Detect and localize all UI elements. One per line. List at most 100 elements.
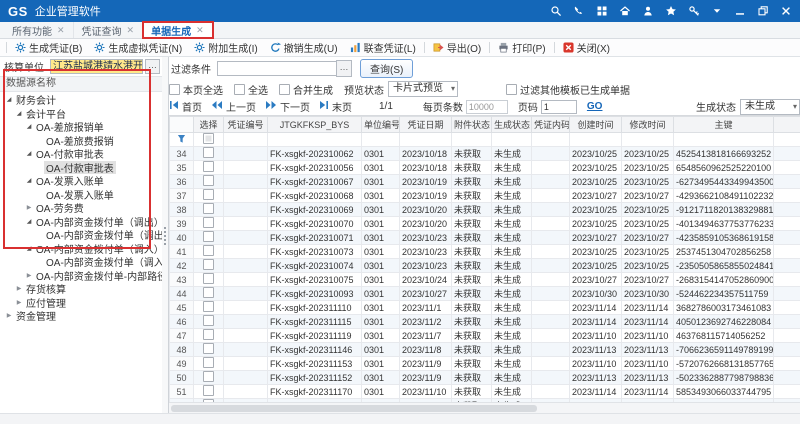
toolbar-button-联查凭证(L)[interactable]: 联查凭证(L) [344, 40, 422, 55]
select-all-rows-checkbox[interactable] [203, 133, 214, 144]
tree-expanded-icon[interactable]: ◢ [24, 177, 34, 184]
toolbar-button-撤销生成(U)[interactable]: 撤销生成(U) [264, 40, 344, 55]
table-row-50[interactable]: 50FK-xsgkf-20231115203012023/11/9未获取未生成2… [170, 371, 800, 385]
tree-item-OA-发票入账单[interactable]: ◢OA-发票入账单 [0, 174, 162, 188]
filter-cell[interactable] [452, 133, 492, 147]
filter-funnel-icon[interactable] [170, 133, 194, 147]
tree-expanded-icon[interactable]: ◢ [24, 245, 34, 252]
table-row-36[interactable]: 36FK-xsgkf-20231006703012023/10/19未获取未生成… [170, 175, 800, 189]
tree-expanded-icon[interactable]: ◢ [14, 110, 24, 117]
table-row-49[interactable]: 49FK-xsgkf-20231115303012023/11/9未获取未生成2… [170, 357, 800, 371]
table-row-41[interactable]: 41FK-xsgkf-20231007303012023/10/23未获取未生成… [170, 245, 800, 259]
table-row-48[interactable]: 48FK-xsgkf-20231114603012023/11/8未获取未生成2… [170, 343, 800, 357]
select-page-checkbox[interactable]: 本页全选 [169, 82, 223, 97]
column-header-修改时间[interactable]: 修改时间 [622, 117, 674, 133]
table-row-42[interactable]: 42FK-xsgkf-20231007403012023/10/23未获取未生成… [170, 259, 800, 273]
tab-单据生成[interactable]: 单据生成✕ [143, 22, 213, 38]
table-row-45[interactable]: 45FK-xsgkf-20231111003012023/11/1未获取未生成2… [170, 301, 800, 315]
row-checkbox[interactable] [203, 371, 214, 382]
key-icon[interactable] [688, 5, 700, 17]
per-page-input[interactable] [466, 100, 508, 114]
star-icon[interactable] [665, 5, 677, 17]
table-row-38[interactable]: 38FK-xsgkf-20231006903012023/10/20未获取未生成… [170, 203, 800, 217]
checkbox-icon[interactable] [506, 84, 517, 95]
table-row-51[interactable]: 51FK-xsgkf-20231117003012023/11/10未获取未生成… [170, 385, 800, 399]
restore-icon[interactable] [757, 5, 769, 17]
column-header-生成状态[interactable]: 生成状态 [492, 117, 532, 133]
tree-collapsed-icon[interactable]: ▶ [24, 204, 34, 211]
row-checkbox[interactable] [203, 301, 214, 312]
accounting-unit-input[interactable]: 江苏盐城港靖水港开发集团有限公司 [50, 59, 143, 74]
toolbar-button-生成虚拟凭证(N)[interactable]: 生成虚拟凭证(N) [88, 40, 188, 55]
scrollbar-thumb[interactable] [171, 405, 537, 412]
column-header-凭证日期[interactable]: 凭证日期 [400, 117, 452, 133]
prev-page-button[interactable]: 上一页 [211, 99, 256, 114]
row-checkbox[interactable] [203, 189, 214, 200]
column-header-单位编号[interactable]: 单位编号 [362, 117, 400, 133]
column-header-选择[interactable]: 选择 [194, 117, 224, 133]
tree-item-OA-差旅报销单[interactable]: ◢OA-差旅报销单 [0, 120, 162, 134]
tree-item-应付管理[interactable]: ▶应付管理 [0, 296, 162, 310]
column-header-JTGKFKSP_BYS[interactable]: JTGKFKSP_BYS [268, 117, 362, 133]
row-checkbox[interactable] [203, 315, 214, 326]
row-checkbox[interactable] [203, 245, 214, 256]
row-checkbox[interactable] [203, 329, 214, 340]
toolbar-button-关闭(X)[interactable]: 关闭(X) [557, 40, 616, 55]
table-row-46[interactable]: 46FK-xsgkf-20231111503012023/11/2未获取未生成2… [170, 315, 800, 329]
tree-item-OA-内部资金拨付单（调出）[interactable]: ◢OA-内部资金拨付单（调出） [0, 215, 162, 229]
column-header-凭证内码[interactable]: 凭证内码 [532, 117, 570, 133]
filter-generated-checkbox[interactable]: 过滤其他模板已生成单据 [506, 81, 630, 97]
last-page-button[interactable]: 末页 [319, 99, 352, 114]
tree-item-OA-付款审批表[interactable]: OA-付款审批表 [0, 161, 162, 175]
tab-所有功能[interactable]: 所有功能✕ [4, 22, 74, 38]
accounting-unit-ellipsis-button[interactable]: … [145, 59, 160, 74]
toolbar-button-导出(O)[interactable]: 导出(O) [427, 40, 487, 55]
filter-cell[interactable] [774, 133, 800, 147]
next-page-button[interactable]: 下一页 [265, 99, 310, 114]
checkbox-icon[interactable] [234, 84, 245, 95]
user-icon[interactable] [642, 5, 654, 17]
select-all-checkbox[interactable]: 全选 [234, 82, 268, 97]
filter-input[interactable] [217, 61, 336, 76]
filter-ellipsis-button[interactable]: … [336, 60, 352, 77]
filter-cell[interactable] [400, 133, 452, 147]
tree-collapsed-icon[interactable]: ▶ [14, 299, 24, 306]
home-icon[interactable] [619, 5, 631, 17]
filter-cell[interactable] [362, 133, 400, 147]
panel-splitter[interactable] [162, 57, 169, 414]
table-row-37[interactable]: 37FK-xsgkf-20231006803012023/10/19未获取未生成… [170, 189, 800, 203]
tree-item-财务会计[interactable]: ◢财务会计 [0, 93, 162, 107]
tree-expanded-icon[interactable]: ◢ [24, 218, 34, 225]
filter-cell[interactable] [224, 133, 268, 147]
filter-cell[interactable] [570, 133, 622, 147]
row-checkbox[interactable] [203, 147, 214, 158]
tree-expanded-icon[interactable]: ◢ [24, 150, 34, 157]
row-checkbox[interactable] [203, 343, 214, 354]
chevron-down-icon[interactable] [711, 5, 723, 17]
phone-icon[interactable] [573, 5, 585, 17]
tree-item-OA-发票入账单[interactable]: OA-发票入账单 [0, 188, 162, 202]
tab-close-icon[interactable]: ✕ [196, 25, 204, 36]
column-header-凭证编号[interactable]: 凭证编号 [224, 117, 268, 133]
preview-status-select[interactable]: 卡片式预览▾ [388, 81, 458, 97]
tree-item-OA-内部资金拨付单（调入单位凭证）[interactable]: OA-内部资金拨付单（调入单位凭证） [0, 255, 162, 269]
apps-icon[interactable] [596, 5, 608, 17]
tab-close-icon[interactable]: ✕ [57, 25, 65, 36]
filter-cell[interactable] [492, 133, 532, 147]
tree-item-OA-内部资金拨付单（调出单位凭证）[interactable]: OA-内部资金拨付单（调出单位凭证） [0, 228, 162, 242]
table-row-35[interactable]: 35FK-xsgkf-20231005603012023/10/18未获取未生成… [170, 161, 800, 175]
page-number-input[interactable] [541, 100, 577, 114]
filter-cell[interactable] [622, 133, 674, 147]
tree-expanded-icon[interactable]: ◢ [4, 96, 14, 103]
row-checkbox[interactable] [203, 203, 214, 214]
row-checkbox[interactable] [203, 231, 214, 242]
row-checkbox[interactable] [203, 385, 214, 396]
merge-generate-checkbox[interactable]: 合并生成 [279, 82, 333, 97]
tree-collapsed-icon[interactable]: ▶ [14, 285, 24, 292]
query-button[interactable]: 查询(S) [360, 59, 413, 78]
close-icon[interactable] [780, 5, 792, 17]
column-header-附件状态[interactable]: 附件状态 [452, 117, 492, 133]
row-checkbox[interactable] [203, 161, 214, 172]
tree-item-资金管理[interactable]: ▶资金管理 [0, 309, 162, 323]
row-checkbox[interactable] [203, 259, 214, 270]
